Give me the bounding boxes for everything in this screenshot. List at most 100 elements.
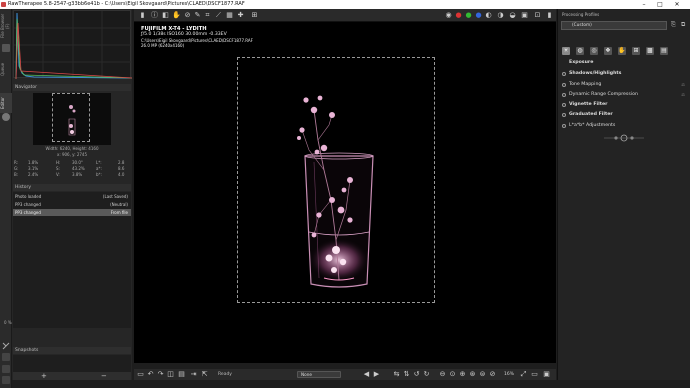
tool-exposure[interactable]: Exposure (562, 58, 688, 68)
zoom-fit-crop-icon[interactable]: ⊜ (478, 370, 487, 379)
exposure-tab-icon[interactable]: ☀ (562, 47, 570, 55)
rotate-right-icon[interactable]: ↻ (422, 370, 431, 379)
zoom-window-icon[interactable]: ⊘ (488, 370, 497, 379)
full-screen-icon[interactable]: ⊡ (533, 11, 542, 20)
layout-icon[interactable] (2, 353, 10, 361)
highlight-clip-icon[interactable]: ◒ (508, 11, 517, 20)
tool-enable-toggle[interactable] (562, 83, 566, 87)
tab-editor[interactable]: Editor (0, 93, 12, 113)
straighten-icon[interactable]: ⟋ (214, 11, 223, 20)
grid-icon[interactable] (2, 365, 10, 373)
advanced-tab-icon[interactable]: ❖ (604, 47, 612, 55)
readout-value: 3.1% (28, 166, 39, 171)
history-item[interactable]: Photo loaded (Last Saved) (13, 193, 131, 200)
readout-label: S: (56, 166, 60, 171)
previous-image-icon[interactable]: ▭ (136, 370, 145, 379)
tab-queue[interactable]: Queue (0, 55, 12, 83)
close-button[interactable]: ✕ (670, 0, 684, 9)
history-header[interactable]: History (13, 184, 131, 191)
tool-enable-toggle[interactable] (562, 93, 566, 97)
maximize-button[interactable]: □ (653, 0, 667, 9)
flip-vertical-icon[interactable]: ⇅ (402, 370, 411, 379)
toggle-left-panel-icon[interactable]: ▮ (138, 11, 147, 20)
spot-removal-icon[interactable]: ✚ (236, 11, 245, 20)
detail-window-icon[interactable]: ▣ (542, 370, 551, 379)
history-item-selected[interactable]: PP3 changed From file (13, 209, 131, 216)
hand-tool-icon[interactable]: ✋ (172, 11, 181, 20)
crop-guide-icon[interactable]: ⊞ (250, 11, 259, 20)
fullscreen-toggle-icon[interactable]: ⤢ (519, 370, 528, 379)
tool-graduated-filter[interactable]: Graduated Filter (562, 110, 688, 120)
add-snapshot-button[interactable]: + (41, 372, 47, 380)
history-item[interactable]: PP3 changed (Neutral) (13, 201, 131, 208)
raw-tab-icon[interactable]: ▩ (646, 47, 654, 55)
transform-tab-icon[interactable]: ⊞ (632, 47, 640, 55)
tool-lab-adjustments[interactable]: L*a*b* Adjustments (562, 121, 688, 131)
minimize-button[interactable]: – (637, 0, 651, 9)
editor-icon[interactable] (2, 113, 10, 121)
snapshots-header[interactable]: Snapshots (13, 347, 131, 354)
white-balance-icon[interactable]: ⊘ (183, 11, 192, 20)
ornament-divider-icon (602, 132, 646, 144)
tab-file-browser[interactable]: File Browser (F) (0, 11, 12, 41)
next-image-icon[interactable]: ▭ (530, 370, 539, 379)
zoom-100-icon[interactable]: ⊙ (448, 370, 457, 379)
info-icon[interactable]: ⓘ (150, 11, 159, 20)
photo-vase-flowers (297, 95, 374, 288)
copy-profile-icon[interactable]: ⧉ (681, 21, 685, 29)
status-text: Ready (218, 372, 232, 377)
before-after-icon[interactable]: ◧ (161, 11, 170, 20)
zoom-fit-icon[interactable]: ⊛ (468, 370, 477, 379)
readout-label: L*: (96, 160, 102, 165)
app-icon (1, 2, 6, 7)
redo-icon[interactable]: ↷ (156, 370, 165, 379)
split-icon[interactable] (2, 376, 10, 384)
red-channel-icon[interactable]: ● (454, 11, 463, 20)
image-canvas[interactable]: FUJIFILM X-T4 - LYDITH ƒ/5.0 1/38s ISO16… (134, 22, 556, 363)
zoom-out-icon[interactable]: ⊖ (438, 370, 447, 379)
pan-left-icon[interactable]: ◀ (362, 370, 371, 379)
send-to-queue-icon[interactable]: ⇥ (189, 370, 198, 379)
hide-panel-icon[interactable] (2, 342, 10, 350)
snapshot-icon[interactable]: ◫ (166, 370, 175, 379)
toggle-right-panel-icon[interactable]: ▮ (545, 11, 554, 20)
remove-snapshot-button[interactable]: − (101, 372, 107, 380)
local-tab-icon[interactable]: ✋ (618, 47, 626, 55)
focus-mask-icon[interactable]: ◉ (444, 11, 453, 20)
metadata-tab-icon[interactable]: ▤ (660, 47, 668, 55)
pan-right-icon[interactable]: ▶ (372, 370, 381, 379)
navigator-header[interactable]: Navigator (13, 84, 131, 91)
rotate-left-icon[interactable]: ↺ (412, 370, 421, 379)
save-profile-icon[interactable]: ⎘ (671, 21, 676, 29)
profile-select[interactable]: (Custom) (561, 21, 667, 30)
tool-enable-toggle[interactable] (562, 72, 566, 76)
crop-icon[interactable]: ⌗ (203, 11, 212, 20)
color-tab-icon[interactable]: ◎ (590, 47, 598, 55)
external-editor-icon[interactable]: ⇱ (200, 370, 209, 379)
tool-shadows-highlights[interactable]: Shadows/Highlights (562, 69, 688, 79)
detail-tab-icon[interactable]: ◍ (576, 47, 584, 55)
tool-enable-toggle[interactable] (562, 103, 566, 107)
zoom-in-icon[interactable]: ⊕ (458, 370, 467, 379)
shadow-clip-icon[interactable]: ◑ (496, 11, 505, 20)
tool-tone-mapping[interactable]: Tone Mapping ⚖ (562, 80, 688, 90)
flip-horizontal-icon[interactable]: ⇆ (392, 370, 401, 379)
folder-icon[interactable] (2, 44, 10, 52)
green-channel-icon[interactable]: ● (464, 11, 473, 20)
tool-vignette[interactable]: Vignette Filter (562, 100, 688, 110)
save-image-icon[interactable]: ▤ (177, 370, 186, 379)
tool-drc[interactable]: Dynamic Range Compression ⚖ (562, 90, 688, 100)
navigator-vase-thumb (68, 105, 76, 136)
blue-channel-icon[interactable]: ● (474, 11, 483, 20)
tool-enable-toggle[interactable] (562, 113, 566, 117)
perspective-icon[interactable]: ▦ (225, 11, 234, 20)
color-picker-icon[interactable]: ✎ (193, 11, 202, 20)
readout-value: 2.4% (28, 172, 39, 177)
undo-icon[interactable]: ↶ (146, 370, 155, 379)
preview-mode-icon[interactable]: ▣ (520, 11, 529, 20)
vertical-tab-strip: File Browser (F) Queue Editor (0, 9, 12, 388)
preview-mode-select[interactable]: None (297, 371, 341, 378)
navigator-thumbnail[interactable] (33, 93, 111, 145)
luminosity-channel-icon[interactable]: ◐ (484, 11, 493, 20)
tool-enable-toggle[interactable] (562, 124, 566, 128)
